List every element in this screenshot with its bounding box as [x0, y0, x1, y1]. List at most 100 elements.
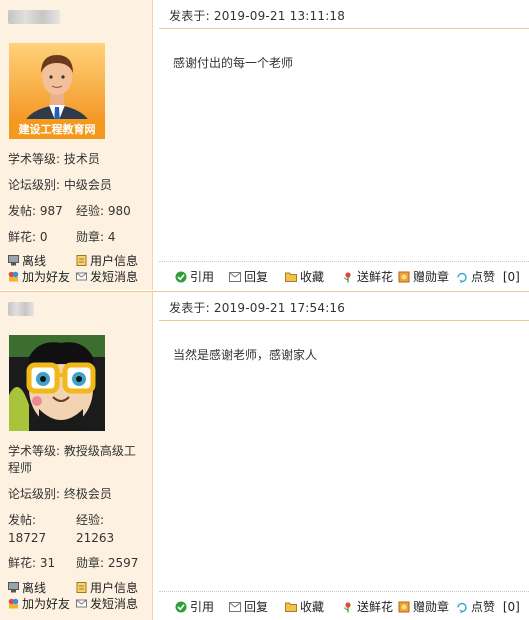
computer-icon [8, 255, 19, 266]
experience-value: 980 [107, 204, 131, 218]
user-info-label: 用户信息 [90, 581, 139, 595]
post-time-label: 发表于: [169, 301, 210, 315]
reply-button[interactable]: 回复 [229, 599, 268, 615]
give-medal-button[interactable]: 赠勋章 [398, 599, 449, 615]
post-header: 发表于: 2019-09-21 17:54:16 [159, 292, 529, 321]
flowers-count: 鲜花: 31 [8, 554, 55, 572]
post-count-label: 发帖: [8, 204, 37, 218]
forum-post: 建设工程教育网 学术等级: 技术员 论坛级别: 中级会员 发帖: 987 经验:… [0, 0, 529, 290]
medal-icon [398, 601, 410, 613]
post-header: 发表于: 2019-09-21 13:11:18 [159, 0, 529, 29]
experience: 经验: 21263 [76, 511, 114, 547]
send-message-link[interactable]: 发短消息 [76, 596, 138, 612]
medals-value: 4 [107, 230, 116, 244]
avatar[interactable]: 建设工程教育网 [9, 43, 105, 139]
reply-button[interactable]: 回复 [229, 269, 268, 285]
give-medal-button[interactable]: 赠勋章 [398, 269, 449, 285]
add-friend-link[interactable]: 加为好友 [8, 596, 70, 612]
post-count: 发帖: 18727 [8, 511, 46, 547]
quote-button[interactable]: 引用 [175, 599, 214, 615]
blurred-username [8, 302, 34, 316]
reply-icon [229, 602, 241, 612]
add-friend-icon [8, 271, 19, 282]
post-time-value: 2019-09-21 13:11:18 [213, 9, 346, 23]
message-icon [76, 272, 87, 281]
reply-label: 回复 [244, 270, 269, 284]
favorite-button[interactable]: 收藏 [285, 599, 324, 615]
flower-icon [344, 602, 351, 613]
folder-icon [285, 602, 297, 612]
add-friend-icon [8, 598, 19, 609]
like-count: [0] [502, 600, 520, 614]
reply-icon [229, 272, 241, 282]
post-time: 发表于: 2019-09-21 13:11:18 [169, 7, 345, 24]
blurred-username [8, 10, 60, 24]
post-count-value: 987 [39, 204, 63, 218]
medals-label: 勋章: [76, 556, 105, 570]
medals-count: 勋章: 4 [76, 228, 116, 246]
reply-label: 回复 [244, 600, 269, 614]
send-message-link[interactable]: 发短消息 [76, 269, 138, 285]
post-body: 感谢付出的每一个老师 [173, 56, 294, 70]
favorite-label: 收藏 [300, 600, 325, 614]
forum-level: 论坛级别: 中级会员 [8, 178, 112, 192]
flowers-label: 鲜花: [8, 556, 37, 570]
author-sidebar: 建设工程教育网 学术等级: 技术员 论坛级别: 中级会员 发帖: 987 经验:… [0, 0, 153, 290]
like-label: 点赞 [471, 600, 496, 614]
user-info-link[interactable]: 用户信息 [76, 580, 138, 596]
forum-level: 论坛级别: 终极会员 [8, 487, 112, 501]
like-icon [457, 272, 467, 283]
profile-card-icon [76, 582, 87, 593]
like-button[interactable]: 点赞 [0] [456, 269, 520, 285]
forum-thread: 建设工程教育网 学术等级: 技术员 论坛级别: 中级会员 发帖: 987 经验:… [0, 0, 529, 620]
message-icon [76, 599, 87, 608]
flowers-label: 鲜花: [8, 230, 37, 244]
user-info-label: 用户信息 [90, 254, 139, 268]
send-flowers-label: 送鲜花 [357, 600, 394, 614]
favorite-button[interactable]: 收藏 [285, 269, 324, 285]
user-info-link[interactable]: 用户信息 [76, 253, 138, 269]
offline-status: 离线 [8, 580, 46, 596]
avatar-caption: 建设工程教育网 [18, 123, 96, 136]
send-flowers-label: 送鲜花 [357, 270, 394, 284]
give-medal-label: 赠勋章 [413, 270, 450, 284]
medals-count: 勋章: 2597 [76, 554, 138, 572]
post-content: 发表于: 2019-09-21 17:54:16 当然是感谢老师，感谢家人 引用… [159, 292, 529, 620]
like-button[interactable]: 点赞 [0] [456, 599, 520, 615]
post-time-label: 发表于: [169, 9, 210, 23]
computer-icon [8, 582, 19, 593]
quote-label: 引用 [190, 270, 215, 284]
post-action-bar: 引用 回复 收藏 送鲜花 赠勋章 点赞 [0] [159, 591, 529, 620]
profile-card-icon [76, 255, 87, 266]
send-flowers-button[interactable]: 送鲜花 [342, 599, 393, 615]
medal-icon [398, 271, 410, 283]
send-flowers-button[interactable]: 送鲜花 [342, 269, 393, 285]
post-body: 当然是感谢老师，感谢家人 [173, 348, 318, 362]
quote-button[interactable]: 引用 [175, 269, 214, 285]
offline-status-label: 离线 [22, 254, 47, 268]
medals-value: 2597 [107, 556, 139, 570]
add-friend-label: 加为好友 [22, 597, 71, 611]
avatar[interactable] [9, 335, 105, 431]
post-time-value: 2019-09-21 17:54:16 [213, 301, 346, 315]
post-count: 发帖: 987 [8, 202, 63, 220]
cartoon-glasses-avatar-icon [9, 335, 105, 431]
add-friend-link[interactable]: 加为好友 [8, 269, 70, 285]
quote-icon [175, 601, 187, 613]
post-content: 发表于: 2019-09-21 13:11:18 感谢付出的每一个老师 引用 回… [159, 0, 529, 290]
post-count-label: 发帖: [8, 513, 37, 527]
offline-status: 离线 [8, 253, 46, 269]
author-username[interactable] [8, 9, 60, 25]
flowers-value: 0 [39, 230, 48, 244]
author-username[interactable] [8, 301, 60, 317]
author-sidebar: 学术等级: 教授级高级工 程师 论坛级别: 终极会员 发帖: 18727 经验:… [0, 292, 153, 620]
post-count-value: 18727 [8, 531, 47, 545]
send-message-label: 发短消息 [90, 597, 139, 611]
experience-value: 21263 [76, 531, 115, 545]
like-icon [457, 602, 467, 613]
forum-post: 学术等级: 教授级高级工 程师 论坛级别: 终极会员 发帖: 18727 经验:… [0, 291, 529, 620]
experience-label: 经验: [76, 204, 105, 218]
academic-level: 学术等级: 教授级高级工 [8, 444, 136, 458]
quote-label: 引用 [190, 600, 215, 614]
experience-label: 经验: [76, 513, 105, 527]
